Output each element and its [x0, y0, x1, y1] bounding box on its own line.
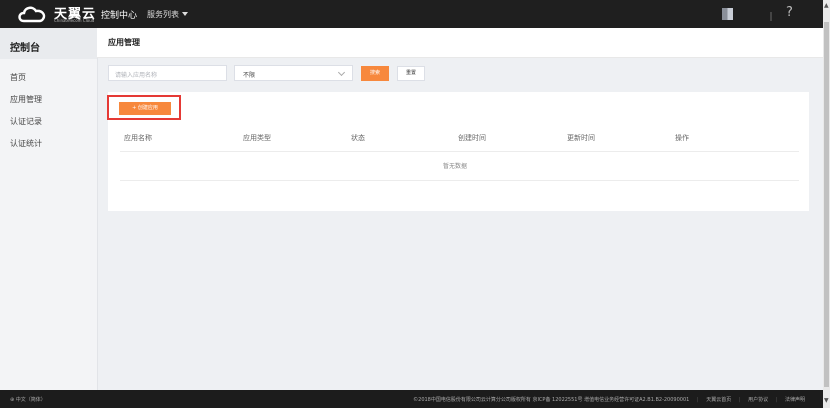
sidebar-item-auth-records[interactable]: 认证记录 [10, 116, 42, 127]
chevron-down-icon[interactable] [182, 12, 188, 16]
services-menu[interactable]: 服务列表 [147, 9, 179, 20]
column-header-actions: 操作 [675, 134, 689, 142]
sidebar-item-app-management[interactable]: 应用管理 [10, 94, 42, 105]
table-divider [120, 151, 799, 152]
brand-logo[interactable]: 天翼云 Chinatelecom Cloud [16, 3, 96, 25]
divider: | [696, 397, 699, 403]
help-icon[interactable]: ? [786, 5, 793, 20]
divider: | [775, 397, 778, 403]
create-app-button[interactable]: + 创建应用 [119, 102, 171, 115]
brand-subtitle: Chinatelecom Cloud [54, 18, 95, 23]
user-avatar[interactable] [722, 8, 733, 20]
divider-icon [770, 12, 772, 21]
app-list-panel: + 创建应用 应用名称 应用类型 状态 创建时间 更新时间 操作 暂无数据 [107, 92, 809, 211]
sidebar-header: 控制台 [0, 28, 97, 59]
page-header: 应用管理 [97, 28, 823, 58]
select-value: 不限 [243, 72, 256, 79]
main-content: 应用管理 请输入应用名称 不限 搜索 重置 + 创建应用 应用名称 应用类型 状… [97, 28, 823, 390]
top-navbar: 天翼云 Chinatelecom Cloud 控制中心 服务列表 ? [0, 0, 823, 28]
column-header-status: 状态 [351, 134, 365, 142]
sidebar-item-home[interactable]: 首页 [10, 72, 26, 83]
column-header-created-time: 创建时间 [458, 134, 486, 142]
search-button[interactable]: 搜索 [361, 66, 389, 81]
language-selector[interactable]: ⊕ 中文（简体） [10, 396, 46, 403]
footer-links: ©2018中国电信股份有限公司云计算分公司版权所有 京ICP备 12022551… [407, 396, 805, 403]
table-divider [120, 180, 799, 181]
scroll-up-icon[interactable]: ▲ [824, 2, 829, 9]
page-title: 应用管理 [108, 38, 140, 47]
type-filter-select[interactable]: 不限 [234, 65, 353, 81]
column-header-app-name: 应用名称 [124, 134, 152, 142]
empty-state-text: 暂无数据 [443, 163, 468, 170]
footer-link-legal[interactable]: 法律声明 [785, 397, 805, 403]
console-link[interactable]: 控制中心 [101, 8, 137, 21]
sidebar: 控制台 首页 应用管理 认证记录 认证统计 [0, 28, 98, 390]
column-header-updated-time: 更新时间 [567, 134, 595, 142]
divider: | [738, 397, 741, 403]
column-header-app-type: 应用类型 [243, 134, 271, 142]
footer-link-home[interactable]: 天翼云首页 [706, 397, 731, 403]
app-name-search-input[interactable]: 请输入应用名称 [108, 65, 227, 81]
vertical-scrollbar[interactable]: ▲ ▼ [823, 0, 830, 408]
reset-button[interactable]: 重置 [397, 66, 425, 81]
chevron-down-icon [337, 68, 346, 77]
language-label: 中文（简体） [15, 397, 46, 403]
copyright-text: ©2018中国电信股份有限公司云计算分公司版权所有 京ICP备 12022551… [413, 397, 690, 403]
scroll-thumb[interactable] [824, 22, 829, 387]
scroll-down-icon[interactable]: ▼ [824, 397, 829, 404]
sidebar-item-auth-stats[interactable]: 认证统计 [10, 138, 42, 149]
sidebar-title: 控制台 [10, 43, 40, 54]
footer-link-user-agreement[interactable]: 用户协议 [748, 397, 768, 403]
cloud-logo-icon [18, 6, 46, 23]
footer: ⊕ 中文（简体） ©2018中国电信股份有限公司云计算分公司版权所有 京ICP备… [0, 390, 823, 408]
